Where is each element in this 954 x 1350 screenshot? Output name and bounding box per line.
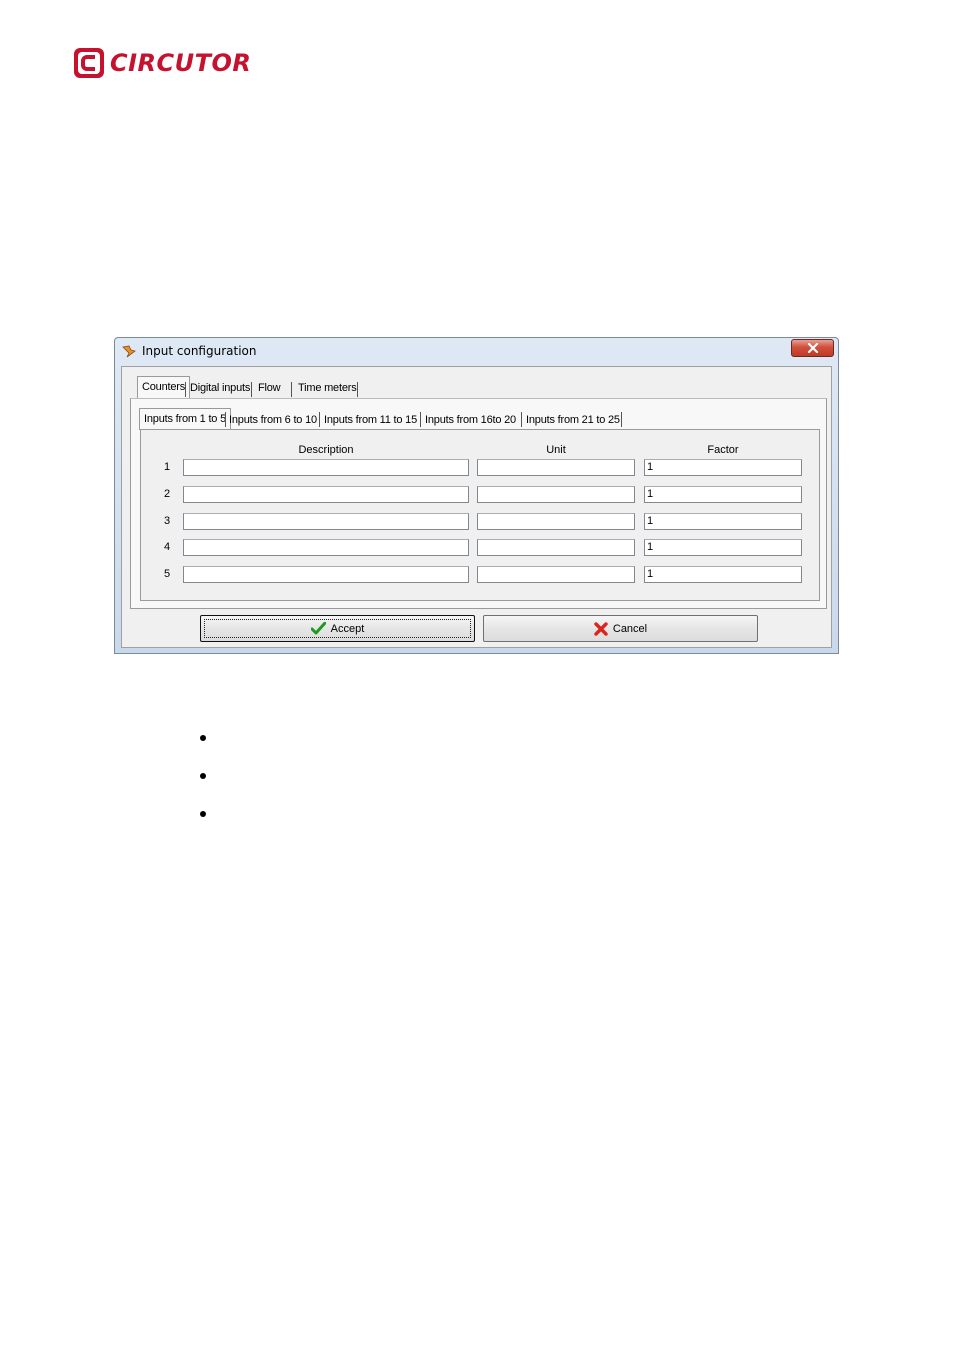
- tab-label: Inputs from 21 to 25: [526, 414, 620, 426]
- column-header-factor: Factor: [707, 444, 739, 456]
- unit-input-3[interactable]: [477, 513, 635, 530]
- input-configuration-window: Input configuration Counters Digital inp…: [114, 337, 839, 654]
- tab-counters[interactable]: Counters: [137, 376, 191, 398]
- tab-label: Counters: [142, 381, 186, 393]
- description-input-2[interactable]: [183, 486, 469, 503]
- row-number: 3: [163, 515, 171, 527]
- factor-input-5[interactable]: 1: [644, 566, 802, 583]
- factor-input-4[interactable]: 1: [644, 539, 802, 556]
- tab-separator: [357, 382, 358, 397]
- factor-input-1[interactable]: 1: [644, 459, 802, 476]
- app-icon: [122, 345, 136, 358]
- cancel-button[interactable]: Cancel: [483, 615, 758, 642]
- description-input-4[interactable]: [183, 539, 469, 556]
- tab-separator: [225, 412, 226, 427]
- tab-inputs-21-25[interactable]: Inputs from 21 to 25: [526, 410, 620, 430]
- unit-input-4[interactable]: [477, 539, 635, 556]
- bullet-point: [200, 773, 206, 779]
- tab-separator: [521, 412, 522, 427]
- logo-text: CIRCUTOR: [110, 49, 252, 77]
- tab-label: Flow: [258, 382, 281, 394]
- tab-label: Inputs from 1 to 5: [144, 413, 226, 425]
- tab-separator: [420, 412, 421, 427]
- cancel-label: Cancel: [612, 622, 648, 635]
- circutor-logo-icon: [74, 48, 104, 78]
- description-input-1[interactable]: [183, 459, 469, 476]
- tab-label: Inputs from 6 to 10: [229, 414, 317, 426]
- close-button[interactable]: [791, 339, 834, 357]
- description-input-3[interactable]: [183, 513, 469, 530]
- window-title: Input configuration: [142, 344, 257, 358]
- tab-separator: [251, 382, 252, 397]
- tab-flow[interactable]: Flow: [258, 378, 281, 398]
- column-header-description: Description: [298, 444, 354, 456]
- tab-label: Inputs from 11 to 15: [324, 414, 418, 426]
- dialog-client-area: Counters Digital inputs Flow Time meters…: [121, 366, 832, 648]
- close-x-icon: [807, 343, 818, 353]
- tab-separator: [319, 412, 320, 427]
- tab-inputs-11-15[interactable]: Inputs from 11 to 15: [324, 410, 417, 430]
- focus-rectangle: [204, 619, 471, 638]
- tab-separator: [291, 382, 292, 397]
- accept-button[interactable]: Accept: [200, 615, 475, 642]
- title-bar[interactable]: Input configuration: [115, 338, 838, 366]
- factor-input-2[interactable]: 1: [644, 486, 802, 503]
- unit-input-1[interactable]: [477, 459, 635, 476]
- tab-label: Time meters: [298, 382, 357, 394]
- row-number: 4: [163, 541, 171, 553]
- tab-label: Digital inputs: [190, 382, 251, 394]
- row-number: 2: [163, 488, 171, 500]
- tab-time-meters[interactable]: Time meters: [298, 378, 357, 398]
- unit-input-5[interactable]: [477, 566, 635, 583]
- tab-separator: [621, 412, 622, 427]
- unit-input-2[interactable]: [477, 486, 635, 503]
- bullet-point: [200, 811, 206, 817]
- tab-separator: [185, 382, 186, 397]
- tab-inputs-6-10[interactable]: Inputs from 6 to 10: [229, 410, 317, 430]
- tab-digital-inputs[interactable]: Digital inputs: [190, 378, 250, 398]
- counters-panel: Inputs from 1 to 5 Inputs from 6 to 10 I…: [130, 398, 827, 609]
- row-number: 1: [163, 461, 171, 473]
- tab-label: Inputs from 16to 20: [425, 414, 516, 426]
- bullet-point: [200, 735, 206, 741]
- column-header-unit: Unit: [546, 444, 566, 456]
- tab-inputs-1-5[interactable]: Inputs from 1 to 5: [139, 408, 231, 430]
- description-input-5[interactable]: [183, 566, 469, 583]
- red-x-icon: [594, 621, 608, 636]
- circutor-logo: CIRCUTOR: [73, 47, 251, 79]
- factor-input-3[interactable]: 1: [644, 513, 802, 530]
- tab-inputs-16-20[interactable]: Inputs from 16to 20: [425, 410, 516, 430]
- row-number: 5: [163, 568, 171, 580]
